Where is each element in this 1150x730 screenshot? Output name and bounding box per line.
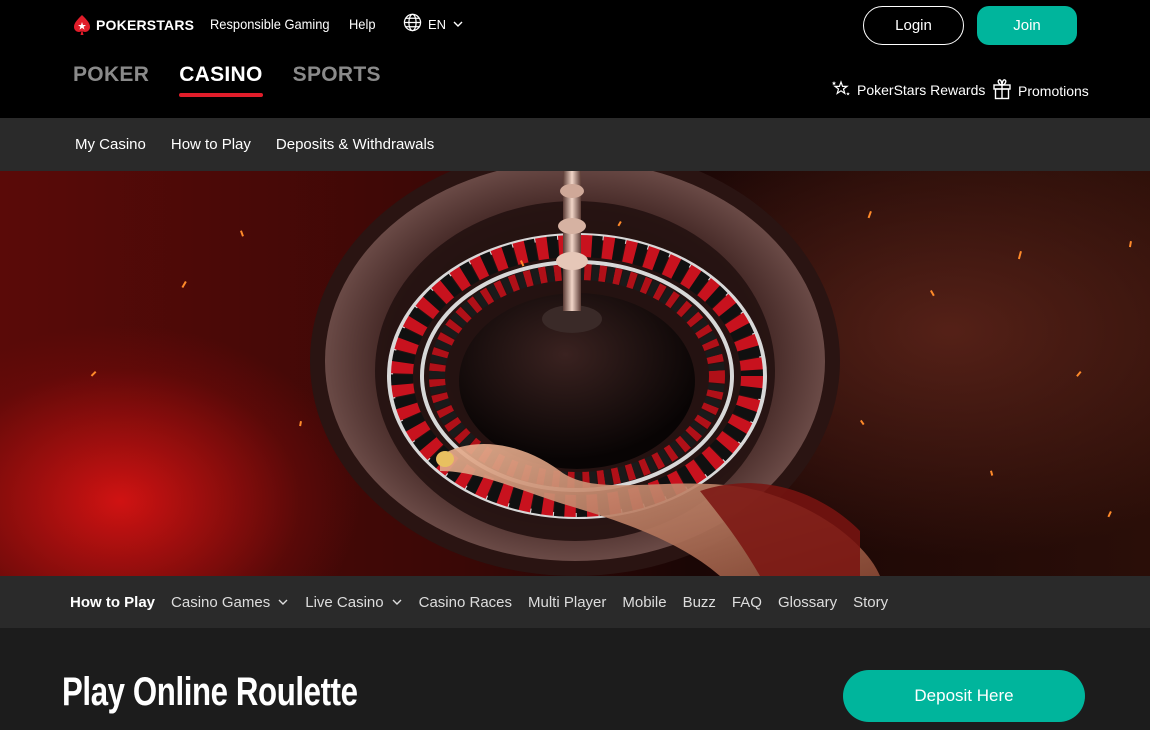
tab-poker[interactable]: POKER: [73, 63, 149, 97]
promotions-link[interactable]: Promotions: [992, 78, 1089, 103]
sub-nav-deposits-withdrawals[interactable]: Deposits & Withdrawals: [276, 136, 434, 153]
section-nav-casino-games[interactable]: Casino Games: [171, 594, 289, 611]
deposit-button[interactable]: Deposit Here: [843, 670, 1085, 722]
tab-casino[interactable]: CASINO: [179, 63, 264, 97]
sub-nav-my-casino[interactable]: My Casino: [75, 136, 146, 153]
pokerstars-logo[interactable]: POKERSTARS: [73, 14, 194, 36]
section-nav-faq[interactable]: FAQ: [732, 594, 762, 611]
roulette-wheel-illustration: [90, 171, 1132, 576]
promotions-label: Promotions: [1018, 82, 1089, 99]
section-nav-mobile[interactable]: Mobile: [622, 594, 666, 611]
section-nav-casino-races[interactable]: Casino Races: [419, 594, 512, 611]
language-code: EN: [428, 16, 447, 32]
section-nav-buzz[interactable]: Buzz: [683, 594, 716, 611]
hero-roulette-image: [0, 171, 1150, 576]
help-link[interactable]: Help: [349, 16, 375, 32]
section-nav-live-casino[interactable]: Live Casino: [305, 594, 402, 611]
section-nav-label: Live Casino: [305, 593, 384, 611]
tab-sports[interactable]: SPORTS: [293, 63, 381, 97]
section-nav-label: How to Play: [70, 593, 156, 611]
chevron-down-icon: [277, 594, 289, 611]
section-nav-how-to-play[interactable]: How to Play: [70, 594, 155, 611]
section-nav-label: Casino Games: [171, 593, 271, 611]
join-button[interactable]: Join: [977, 6, 1077, 45]
vertical-tabs: POKER CASINO SPORTS: [73, 63, 381, 97]
page-title: Play Online Roulette: [62, 670, 358, 714]
roulette-section-nav: How to Play Casino Games Live Casino Cas…: [0, 576, 1150, 628]
stars-icon: [831, 78, 851, 101]
top-header: POKERSTARS Responsible Gaming Help EN Lo…: [0, 0, 1150, 118]
rewards-label: PokerStars Rewards: [857, 81, 986, 98]
globe-icon: [403, 13, 422, 35]
responsible-gaming-link[interactable]: Responsible Gaming: [210, 16, 330, 32]
section-nav-glossary[interactable]: Glossary: [778, 594, 837, 611]
casino-sub-nav: My Casino How to Play Deposits & Withdra…: [0, 118, 1150, 171]
section-nav-multi-player[interactable]: Multi Player: [528, 594, 606, 611]
brand-name: POKERSTARS: [96, 17, 195, 33]
sub-nav-how-to-play[interactable]: How to Play: [171, 136, 251, 153]
pokerstars-rewards-link[interactable]: PokerStars Rewards: [831, 78, 985, 101]
section-nav-story[interactable]: Story: [853, 594, 888, 611]
chevron-down-icon: [452, 17, 464, 32]
main-content: Play Online Roulette Deposit Here: [0, 628, 1150, 730]
language-selector[interactable]: EN: [403, 13, 464, 35]
chevron-down-icon: [391, 594, 403, 611]
spade-star-icon: [73, 14, 91, 36]
login-button[interactable]: Login: [863, 6, 964, 45]
gift-icon: [992, 78, 1012, 103]
